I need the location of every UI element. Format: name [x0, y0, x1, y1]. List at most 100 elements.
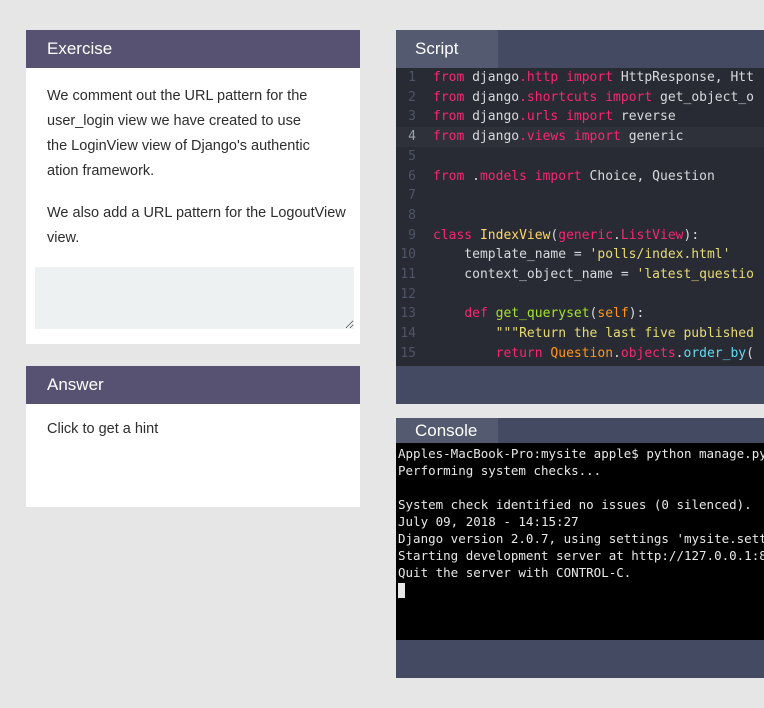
code-token: .http [519, 70, 559, 85]
code-token: .shortcuts [519, 89, 598, 105]
code-token: import [597, 89, 653, 105]
console-line: Quit the server with CONTROL-C. [398, 565, 632, 580]
code-token: .urls [519, 109, 559, 125]
get-hint-link[interactable]: Click to get a hint [47, 421, 158, 437]
code-line: 3 from django.urls import reverse [396, 107, 764, 127]
line-number: 4 [408, 129, 416, 145]
console-output[interactable]: Apples-MacBook-Pro:mysite apple$ python … [396, 443, 764, 640]
line-number: 5 [408, 148, 416, 164]
line-number: 3 [408, 109, 416, 125]
code-token: HttpResponse, Htt [613, 70, 754, 85]
code-line: 7 [396, 186, 764, 206]
console-line: Django version 2.0.7, using settings 'my… [398, 531, 764, 546]
code-token: return [495, 345, 543, 361]
code-token: models [479, 168, 527, 184]
code-token: django [464, 129, 520, 145]
exercise-text-line: the LoginView view of Django's authentic [47, 138, 310, 154]
code-token: class [433, 227, 473, 243]
line-number: 1 [408, 70, 416, 85]
code-line: 8 [396, 206, 764, 226]
line-number: 10 [400, 247, 416, 263]
exercise-body: We comment out the URL pattern for the u… [26, 68, 360, 344]
line-number: 2 [408, 89, 416, 105]
script-panel: Script 1 from django.http import HttpResp… [396, 30, 764, 404]
code-token: generic [620, 129, 684, 145]
code-token: 'polls/index.html' [589, 247, 731, 263]
code-token: django [464, 89, 520, 105]
code-line: 9 class IndexView(generic.ListView): [396, 226, 764, 246]
code-token: ): [683, 227, 700, 243]
exercise-text-line: user_login view we have created to use [47, 113, 301, 129]
code-token: reverse [613, 109, 676, 125]
line-number: 15 [400, 345, 416, 361]
code-line: 14 """Return the last five published [396, 324, 764, 344]
console-line: Starting development server at http://12… [398, 548, 764, 563]
code-token: import [566, 129, 621, 145]
console-cursor-line [398, 581, 764, 598]
code-token: from [433, 109, 465, 125]
code-token: import [526, 168, 582, 184]
code-line: 15 return Question.objects.order_by( [396, 344, 764, 364]
terminal-cursor [398, 583, 405, 598]
code-token: from [433, 89, 465, 105]
code-token: . [613, 227, 621, 243]
answer-body: Click to get a hint [26, 404, 360, 507]
script-title: Script [415, 39, 459, 58]
code-token: generic [558, 227, 614, 243]
line-number: 6 [408, 168, 416, 184]
exercise-header: Exercise [26, 30, 360, 68]
code-token: 'latest_questio [636, 267, 754, 282]
code-line: 6 from .models import Choice, Question [396, 167, 764, 187]
console-panel: Console Apples-MacBook-Pro:mysite apple$… [396, 418, 764, 678]
script-footer-bar [396, 366, 764, 404]
code-line: 12 [396, 285, 764, 305]
exercise-text-line: view. [47, 230, 80, 246]
console-tab[interactable]: Console [396, 418, 498, 443]
code-token: Question [542, 345, 614, 361]
answer-header: Answer [26, 366, 360, 404]
exercise-paragraph-2: We also add a URL pattern for the Logout… [47, 201, 346, 251]
code-token: . [613, 345, 621, 361]
code-line: 13 def get_queryset(self): [396, 304, 764, 324]
code-token: django [464, 109, 520, 125]
exercise-paragraph-1: We comment out the URL pattern for the u… [47, 84, 346, 184]
code-line-active: 4 from django.views import generic [396, 127, 764, 147]
code-token: from [433, 70, 465, 85]
code-token: ): [628, 306, 645, 322]
script-tab[interactable]: Script [396, 30, 498, 68]
exercise-answer-input[interactable] [35, 267, 354, 329]
code-token: . [675, 345, 684, 361]
code-token: objects [620, 345, 676, 361]
console-line: Performing system checks... [398, 463, 602, 478]
code-token: django [464, 70, 520, 85]
code-editor[interactable]: 1 from django.http import HttpResponse, H… [396, 68, 764, 366]
exercise-text-line: We comment out the URL pattern for the [47, 88, 308, 104]
console-line: Apples-MacBook-Pro:mysite apple$ python … [398, 446, 764, 461]
console-title: Console [415, 421, 478, 440]
code-token: self [597, 306, 629, 322]
code-token: from [433, 129, 465, 145]
console-line: System check identified no issues (0 sil… [398, 497, 752, 512]
console-line: July 09, 2018 - 14:15:27 [398, 514, 579, 529]
code-token: ListView [620, 227, 684, 243]
code-token: """Return the last five published [495, 326, 754, 342]
code-line: 1 from django.http import HttpResponse, H… [396, 68, 764, 88]
line-number: 11 [400, 267, 416, 282]
code-token: import [558, 70, 614, 85]
code-line: 11 context_object_name = 'latest_questio [396, 265, 764, 285]
line-number: 8 [408, 207, 416, 223]
answer-title: Answer [47, 375, 104, 394]
code-line: 2 from django.shortcuts import get_object… [396, 88, 764, 108]
code-token: order_by [683, 345, 747, 361]
line-number: 13 [400, 306, 416, 322]
line-number: 12 [400, 286, 416, 302]
code-line: 10 template_name = 'polls/index.html' [396, 245, 764, 265]
exercise-text-line: We also add a URL pattern for the Logout… [47, 205, 346, 221]
code-token: get_queryset [487, 306, 590, 322]
code-token: context_object_name = [433, 267, 637, 282]
code-token: .views [519, 129, 567, 145]
